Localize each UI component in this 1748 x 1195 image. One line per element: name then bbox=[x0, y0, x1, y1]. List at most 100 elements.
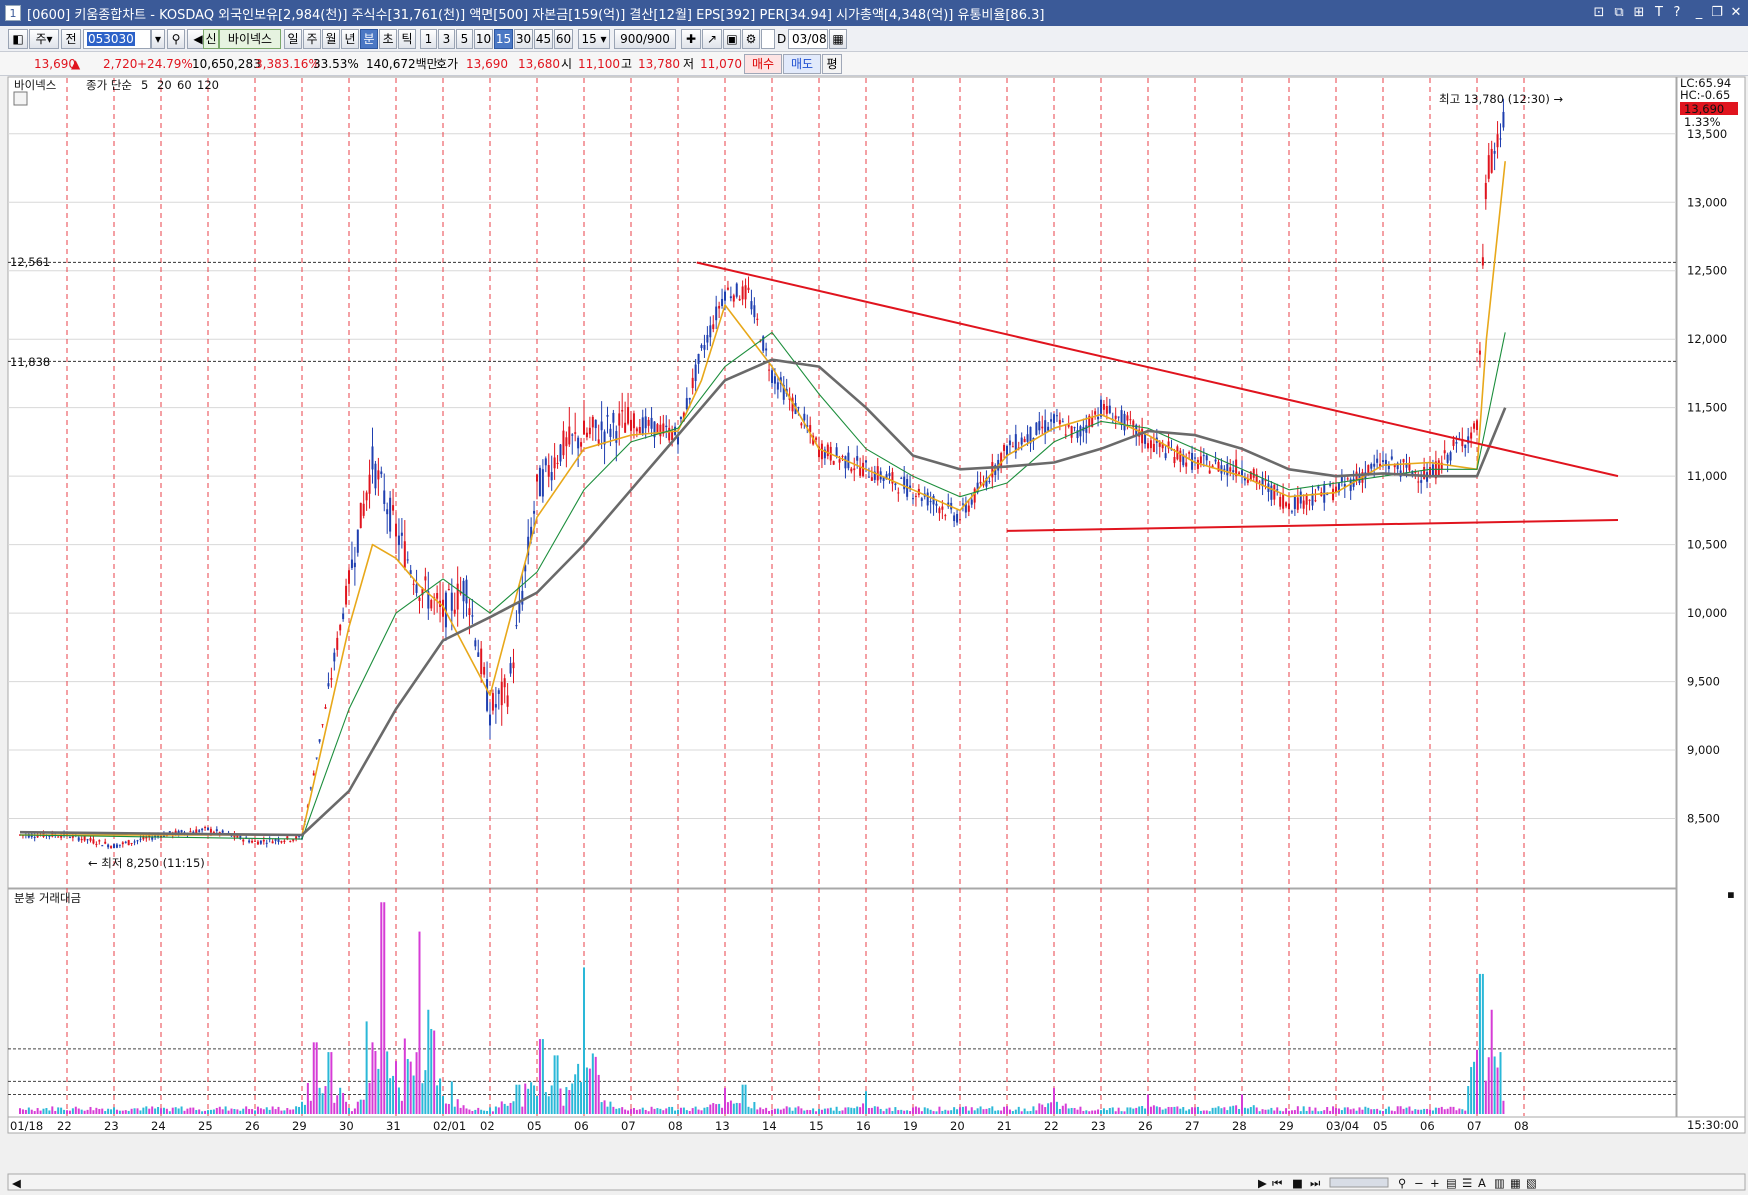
volume-bar bbox=[183, 1110, 186, 1114]
minimize-icon[interactable]: _ bbox=[1690, 4, 1708, 22]
scrollbar-thumb[interactable] bbox=[1329, 1177, 1389, 1188]
list-icon[interactable]: ☰ bbox=[1462, 1176, 1472, 1190]
search-icon[interactable]: ⚲ bbox=[167, 29, 185, 49]
volume-bar bbox=[48, 1110, 51, 1114]
candle-body bbox=[1173, 457, 1176, 464]
volume-panel[interactable] bbox=[7, 888, 1677, 1118]
candle-body bbox=[838, 459, 841, 463]
pin-icon[interactable]: ⊡ bbox=[1590, 4, 1608, 22]
legend-ma-label: 종가 단순 bbox=[86, 78, 132, 92]
candle-body bbox=[568, 426, 571, 445]
scroll-last-icon[interactable]: ⏭ bbox=[1310, 1176, 1321, 1190]
interval-10[interactable]: 10 bbox=[474, 29, 493, 49]
candle-body bbox=[894, 483, 897, 486]
text-icon[interactable]: T bbox=[1650, 4, 1668, 22]
volume-bar bbox=[1337, 1108, 1340, 1114]
zoom-search-icon[interactable]: ⚲ bbox=[1398, 1176, 1406, 1190]
volume-bar bbox=[1194, 1107, 1196, 1114]
code-dropdown-icon[interactable]: ▾ bbox=[151, 29, 165, 49]
table-icon[interactable]: ▦ bbox=[1510, 1176, 1521, 1190]
sell-button[interactable]: 매도 bbox=[783, 54, 821, 74]
volume-bar bbox=[1393, 1111, 1396, 1114]
volume-bar bbox=[1017, 1106, 1020, 1114]
candle-body bbox=[489, 714, 491, 726]
volume-bar bbox=[1326, 1107, 1329, 1114]
volume-bar bbox=[530, 1082, 533, 1114]
volume-bar bbox=[27, 1107, 30, 1114]
buy-button[interactable]: 매수 bbox=[744, 54, 782, 74]
period-0[interactable]: 일 bbox=[284, 29, 302, 49]
volume-bar bbox=[1473, 1061, 1476, 1114]
candle-body bbox=[392, 505, 395, 511]
scroll-first-icon[interactable]: ⏮ bbox=[1272, 1176, 1283, 1190]
volume-bar bbox=[583, 967, 585, 1114]
candle-body bbox=[638, 427, 641, 434]
draw-tool-icon[interactable]: ↗ bbox=[702, 29, 722, 49]
indicator-icon[interactable]: ✚ bbox=[681, 29, 701, 49]
date-input[interactable]: 03/08 bbox=[788, 29, 828, 49]
date-checkbox[interactable] bbox=[761, 29, 775, 49]
interval-select[interactable]: 15 ▾ bbox=[578, 29, 610, 49]
price-panel[interactable] bbox=[7, 76, 1677, 889]
candle-body bbox=[1226, 463, 1229, 476]
interval-15[interactable]: 15 bbox=[494, 29, 513, 49]
interval-3[interactable]: 3 bbox=[438, 29, 455, 49]
code-input[interactable]: 053030 bbox=[83, 29, 151, 49]
eval-button[interactable]: 평 bbox=[822, 54, 842, 74]
legend-table-icon[interactable] bbox=[13, 91, 28, 106]
candle-body bbox=[826, 444, 829, 457]
settings-icon[interactable]: ⚙ bbox=[742, 29, 760, 49]
volume-bar bbox=[1132, 1108, 1135, 1114]
calendar-icon[interactable]: ▦ bbox=[829, 29, 847, 49]
volume-bar bbox=[245, 1106, 248, 1114]
split-icon[interactable]: ▥ bbox=[1494, 1176, 1505, 1190]
layout-grid-icon[interactable]: ▤ bbox=[1446, 1176, 1457, 1190]
chart-area[interactable]: 13,50013,00012,50012,00011,50011,00010,5… bbox=[0, 76, 1748, 1195]
volume-bar bbox=[1226, 1110, 1229, 1114]
candle-body bbox=[1290, 511, 1293, 513]
volume-bar bbox=[791, 1110, 794, 1114]
copy-icon[interactable]: ⧉ bbox=[1610, 4, 1628, 22]
period-2[interactable]: 월 bbox=[322, 29, 340, 49]
interval-5[interactable]: 5 bbox=[456, 29, 473, 49]
close-icon[interactable]: ✕ bbox=[1727, 4, 1745, 22]
bars-icon[interactable]: ▧ bbox=[1526, 1176, 1537, 1190]
stock-name[interactable]: 바이넥스 bbox=[219, 29, 281, 49]
candle-body bbox=[353, 562, 356, 568]
layout-icon[interactable]: ⊞ bbox=[1630, 4, 1648, 22]
scroll-left-icon[interactable]: ◀ bbox=[12, 1176, 21, 1190]
interval-60[interactable]: 60 bbox=[554, 29, 573, 49]
market-select[interactable]: 주▾ bbox=[29, 29, 59, 49]
candle-body bbox=[1020, 437, 1023, 445]
scroll-stop-icon[interactable]: ■ bbox=[1292, 1176, 1303, 1190]
help-icon[interactable]: ? bbox=[1668, 4, 1686, 22]
scroll-right-icon[interactable]: ▶ bbox=[1258, 1176, 1267, 1190]
candle-body bbox=[541, 469, 544, 497]
zoom-out-icon[interactable]: − bbox=[1414, 1176, 1424, 1190]
candle-body bbox=[679, 417, 682, 420]
text-a-icon[interactable]: A bbox=[1478, 1176, 1486, 1190]
interval-1[interactable]: 1 bbox=[420, 29, 437, 49]
layout-toggle-icon[interactable]: ◧ bbox=[8, 29, 28, 49]
volume-bar bbox=[298, 1106, 301, 1114]
candle-body bbox=[1073, 427, 1076, 429]
volume-bar bbox=[195, 1110, 198, 1114]
volume-bar bbox=[1117, 1107, 1120, 1114]
prev-button[interactable]: 전 bbox=[61, 29, 81, 49]
period-6[interactable]: 틱 bbox=[398, 29, 416, 49]
restore-icon[interactable]: ❐ bbox=[1708, 4, 1726, 22]
interval-30[interactable]: 30 bbox=[514, 29, 533, 49]
period-1[interactable]: 주 bbox=[303, 29, 321, 49]
period-4[interactable]: 분 bbox=[360, 29, 378, 49]
candle-body bbox=[424, 576, 427, 581]
candle-body bbox=[1008, 440, 1011, 446]
interval-45[interactable]: 45 bbox=[534, 29, 553, 49]
period-5[interactable]: 초 bbox=[379, 29, 397, 49]
zoom-in-icon[interactable]: + bbox=[1430, 1176, 1440, 1190]
volume-bar bbox=[562, 1105, 565, 1114]
save-icon[interactable]: ▣ bbox=[723, 29, 741, 49]
period-3[interactable]: 년 bbox=[341, 29, 359, 49]
volume-panel-close-icon[interactable]: ▪ bbox=[1727, 887, 1735, 901]
volume-bar bbox=[1211, 1107, 1214, 1114]
volume-bar bbox=[265, 1107, 268, 1114]
